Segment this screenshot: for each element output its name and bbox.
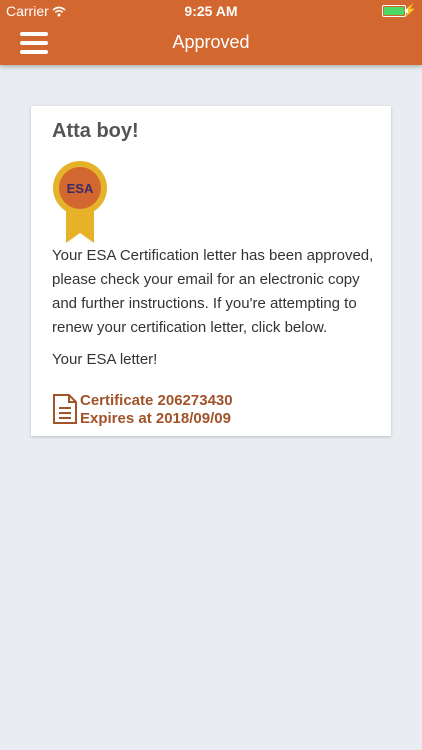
battery-icon [382,5,408,17]
letter-label: Your ESA letter! [52,351,158,368]
certificate-number: Certificate 206273430 [80,392,233,409]
badge-label: ESA [67,181,94,196]
app-header: Carrier 9:25 AM ⚡ Approved [0,0,422,65]
page-title: Approved [172,32,250,52]
esa-award-badge-icon: ESA [52,161,108,245]
status-bar: Carrier 9:25 AM ⚡ [0,0,422,22]
approval-message: Your ESA Certification letter has been a… [52,247,374,336]
navigation-bar: Approved [0,22,422,65]
document-icon [52,393,78,425]
certificate-expiry: Expires at 2018/09/09 [80,410,231,427]
card-heading: Atta boy! [52,120,139,142]
clock: 9:25 AM [184,3,238,19]
approval-card: Atta boy! ESA Your ESA Certification let… [31,106,391,436]
